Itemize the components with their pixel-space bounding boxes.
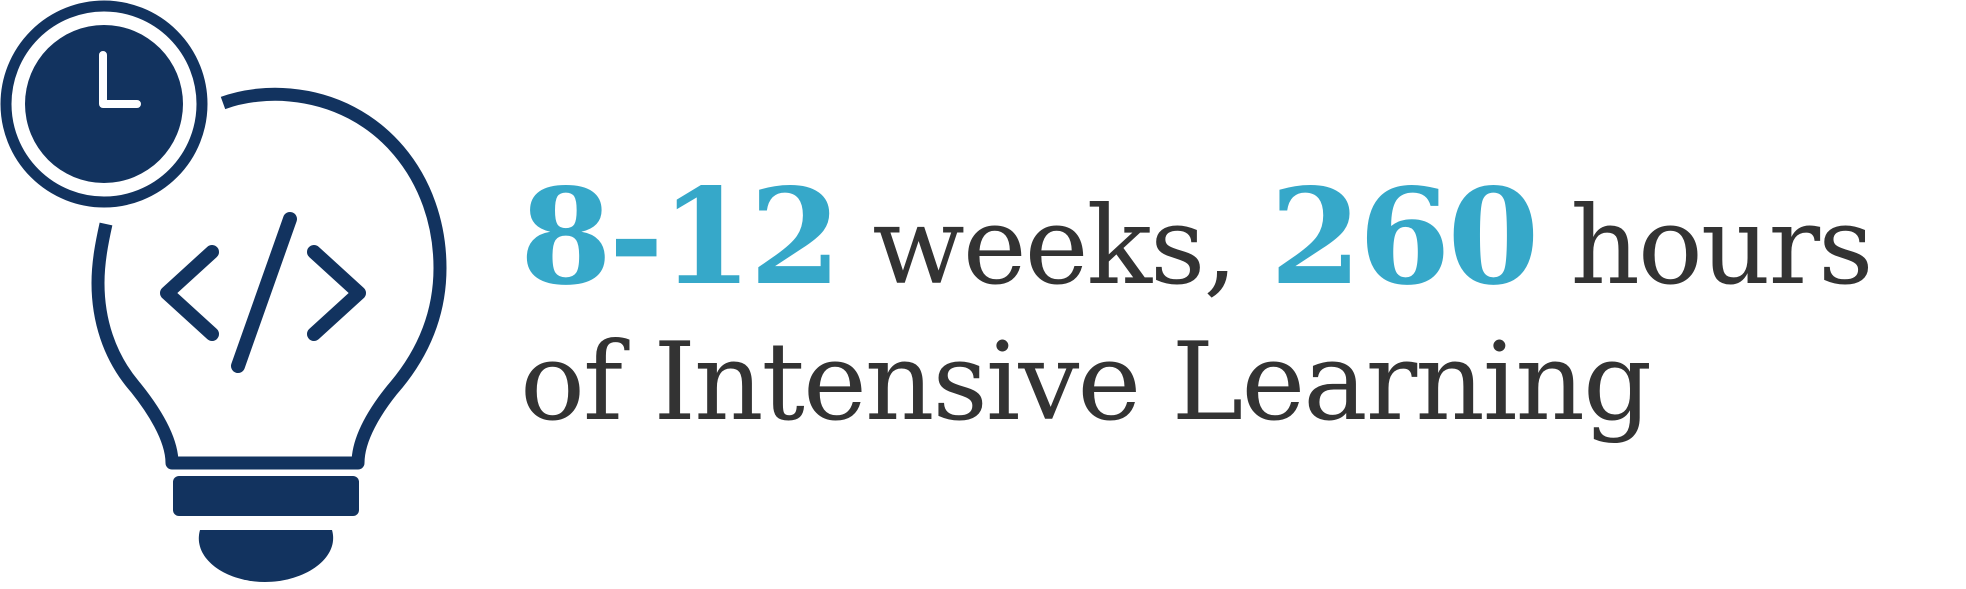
code-right-bracket bbox=[307, 245, 366, 341]
headline-line-1: 8-12 weeks, 260 hours bbox=[520, 160, 1960, 320]
duration-value: 8-12 bbox=[520, 160, 841, 315]
bulb-base-top bbox=[173, 476, 359, 516]
bulb-cap bbox=[198, 530, 334, 582]
headline-line-2: of Intensive Learning bbox=[520, 320, 1960, 470]
subheadline: of Intensive Learning bbox=[520, 320, 1652, 445]
headline: 8-12 weeks, 260 hours of Intensive Learn… bbox=[520, 160, 1960, 470]
code-left-bracket bbox=[160, 245, 219, 341]
hours-unit: hours bbox=[1570, 184, 1873, 309]
duration-unit: weeks, bbox=[872, 184, 1237, 309]
code-slash bbox=[231, 212, 297, 373]
lightbulb-code-clock-icon bbox=[0, 0, 460, 584]
hours-value: 260 bbox=[1269, 160, 1540, 315]
